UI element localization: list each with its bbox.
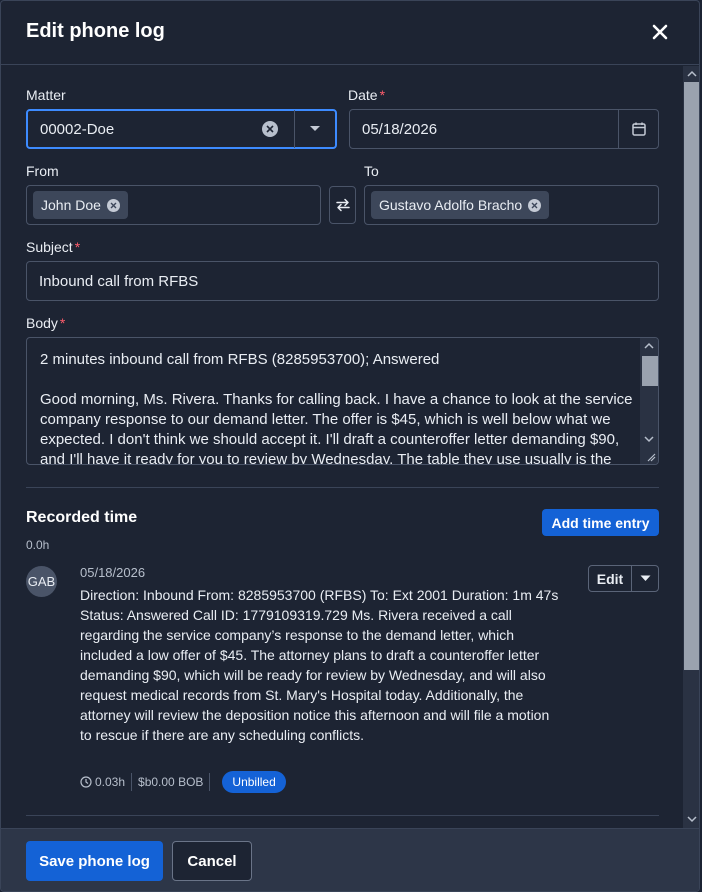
clear-matter-icon[interactable] [262,121,278,137]
from-label-text: From [26,163,59,179]
edit-time-entry-button[interactable]: Edit [589,566,632,591]
modal-scroll-thumb[interactable] [684,82,699,670]
edit-phone-log-modal: Edit phone log Matter 00002-Doe Date * 0… [0,0,700,892]
to-chip-label: Gustavo Adolfo Bracho [379,197,523,213]
modal-footer: Save phone log Cancel [1,828,699,891]
swap-from-to-button[interactable] [329,186,356,224]
body-scrollbar[interactable] [640,338,658,464]
time-entry-description: Direction: Inbound From: 8285953700 (RFB… [80,587,559,743]
clock-icon [80,776,92,788]
time-entry-date: 05/18/2026 [80,565,146,580]
subject-required-mark: * [74,239,81,255]
close-button[interactable] [647,19,673,45]
time-entry-edit-group: Edit [588,565,659,592]
scroll-up-icon[interactable] [687,69,697,79]
chevron-down-icon [310,126,320,131]
date-label: Date * [348,87,385,103]
meta-separator [131,773,133,791]
body-value: 2 minutes inbound call from RFBS (828595… [40,351,633,465]
body-required-mark: * [59,315,66,331]
matter-label: Matter [26,87,66,103]
cancel-button[interactable]: Cancel [172,841,252,881]
date-label-text: Date [348,87,378,103]
scroll-up-icon[interactable] [644,341,654,351]
matter-select[interactable]: 00002-Doe [26,109,337,149]
from-input[interactable]: John Doe [26,185,321,225]
status-badge: Unbilled [222,771,286,793]
meta-separator [209,773,211,791]
subject-label: Subject * [26,239,80,255]
scroll-down-icon[interactable] [687,814,697,824]
subject-value: Inbound call from RFBS [39,272,199,290]
avatar: GAB [26,566,57,597]
body-textarea[interactable]: 2 minutes inbound call from RFBS (828595… [26,337,659,465]
to-input[interactable]: Gustavo Adolfo Bracho [364,185,659,225]
section-divider [26,815,659,816]
subject-input[interactable]: Inbound call from RFBS [26,261,659,301]
body-label: Body * [26,315,65,331]
to-label: To [364,163,379,179]
from-chip-label: John Doe [41,197,101,213]
time-entry-amount: $b0.00 BOB [138,775,204,789]
add-time-entry-button[interactable]: Add time entry [542,509,659,536]
recorded-time-total: 0.0h [26,538,50,552]
scroll-down-icon[interactable] [644,434,654,444]
remove-chip-icon[interactable] [528,198,542,212]
date-required-mark: * [379,87,386,103]
body-label-text: Body [26,315,58,331]
body-scroll-thumb[interactable] [642,356,658,386]
matter-dropdown-button[interactable] [295,111,335,147]
date-value: 05/18/2026 [362,120,438,138]
modal-body[interactable]: Matter 00002-Doe Date * 05/18/2026 From … [1,66,699,828]
modal-header: Edit phone log [1,1,699,65]
time-entry-meta: 0.03h $b0.00 BOB Unbilled [80,771,286,793]
recorded-time-title: Recorded time [26,509,138,526]
edit-options-button[interactable] [632,575,658,582]
matter-label-text: Matter [26,87,66,103]
calendar-icon [631,122,646,136]
from-chip: John Doe [33,191,128,219]
to-label-text: To [364,163,379,179]
resize-handle-icon[interactable] [646,452,656,462]
from-label: From [26,163,59,179]
matter-value: 00002-Doe [40,120,115,138]
to-chip: Gustavo Adolfo Bracho [371,191,550,219]
swap-arrows-icon [335,198,350,212]
date-input[interactable]: 05/18/2026 [349,109,659,149]
modal-title: Edit phone log [26,20,165,42]
section-divider [26,487,659,488]
remove-chip-icon[interactable] [106,198,120,212]
close-icon [652,24,668,40]
time-entry-hours: 0.03h [95,775,126,789]
subject-label-text: Subject [26,239,73,255]
chevron-down-icon [640,575,650,581]
save-phone-log-button[interactable]: Save phone log [26,841,163,881]
calendar-button[interactable] [618,110,658,148]
modal-scrollbar[interactable] [683,66,699,828]
